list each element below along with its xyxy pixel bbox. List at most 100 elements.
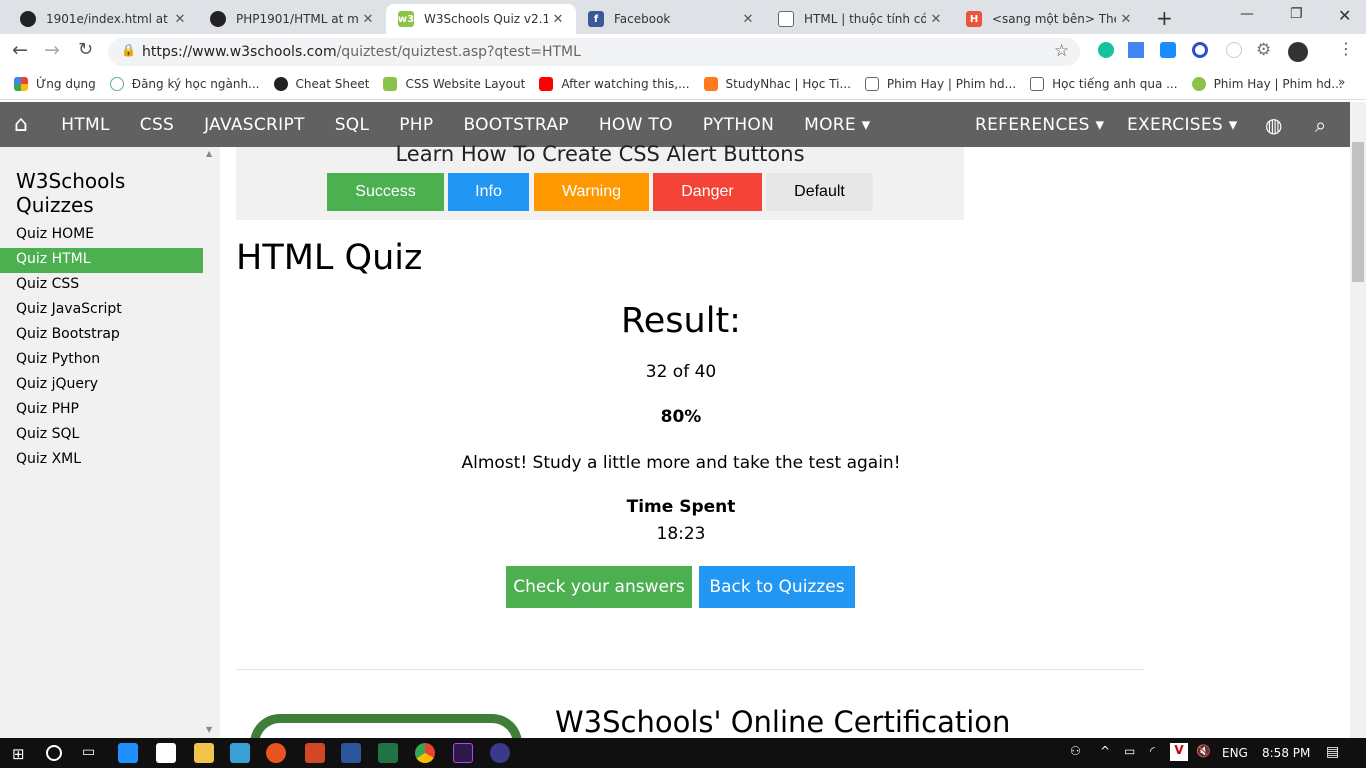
- nav-more[interactable]: MORE ▾: [789, 102, 885, 147]
- minimize-button[interactable]: —: [1240, 6, 1254, 22]
- sidebar-item-quiz-jquery[interactable]: Quiz jQuery: [0, 373, 220, 398]
- store-icon[interactable]: [156, 743, 176, 763]
- word-icon[interactable]: [341, 743, 361, 763]
- sidebar-scroll-down[interactable]: ▼: [206, 725, 212, 734]
- language-indicator[interactable]: ENG: [1222, 746, 1248, 760]
- nav-python[interactable]: PYTHON: [688, 102, 789, 147]
- battery-icon[interactable]: ▭: [1124, 744, 1135, 758]
- sidebar-item-quiz-sql[interactable]: Quiz SQL: [0, 423, 220, 448]
- edge-icon[interactable]: [118, 743, 138, 763]
- sidebar-item-quiz-javascript[interactable]: Quiz JavaScript: [0, 298, 220, 323]
- bookmark-item[interactable]: Phim Hay | Phim hd...: [864, 76, 1016, 91]
- tab-github-1[interactable]: 1901e/index.html at ma✕: [8, 4, 198, 34]
- profile-avatar[interactable]: [1288, 42, 1308, 62]
- windows-start-icon[interactable]: ⊞: [12, 745, 25, 763]
- drop-icon[interactable]: [1160, 42, 1176, 58]
- ad-warning-button[interactable]: Warning: [534, 173, 649, 211]
- sidebar-item-quiz-html[interactable]: Quiz HTML: [0, 248, 203, 273]
- sidebar-item-quiz-xml[interactable]: Quiz XML: [0, 448, 220, 473]
- tab-html-attr[interactable]: HTML | thuộc tính có th✕: [766, 4, 954, 34]
- ad-success-button[interactable]: Success: [327, 173, 444, 211]
- close-icon[interactable]: ✕: [738, 12, 758, 27]
- volume-muted-icon[interactable]: 🔇: [1196, 744, 1211, 758]
- sidebar-scroll-up[interactable]: ▲: [206, 149, 212, 158]
- grammarly-icon[interactable]: [1098, 42, 1114, 58]
- wifi-icon[interactable]: ◜: [1150, 744, 1155, 758]
- bookmark-item[interactable]: CSS Website Layout: [383, 76, 525, 91]
- sidebar-item-quiz-python[interactable]: Quiz Python: [0, 348, 220, 373]
- page-scrollbar[interactable]: [1350, 102, 1366, 738]
- translate-icon[interactable]: [1128, 42, 1144, 58]
- ad-info-button[interactable]: Info: [448, 173, 529, 211]
- phpstorm-icon[interactable]: [453, 743, 473, 763]
- menu-icon[interactable]: ⋮: [1338, 39, 1354, 58]
- sidebar-item-quiz-css[interactable]: Quiz CSS: [0, 273, 220, 298]
- clock[interactable]: 8:58 PM: [1262, 746, 1310, 760]
- reload-icon[interactable]: ↻: [78, 39, 93, 60]
- forward-icon[interactable]: →: [44, 39, 60, 61]
- antivirus-icon[interactable]: V: [1170, 743, 1188, 761]
- back-to-quizzes-button[interactable]: Back to Quizzes: [699, 566, 855, 608]
- file-explorer-icon[interactable]: [194, 743, 214, 763]
- tab-github-2[interactable]: PHP1901/HTML at mast✕: [198, 4, 386, 34]
- close-icon[interactable]: ✕: [926, 12, 946, 27]
- check-answers-button[interactable]: Check your answers: [506, 566, 692, 608]
- tab-w3schools[interactable]: w3 W3Schools Quiz v2.1 ✕: [386, 4, 576, 34]
- app-icon[interactable]: [490, 743, 510, 763]
- globe-icon[interactable]: ◍: [1250, 102, 1298, 147]
- app-icon[interactable]: [230, 743, 250, 763]
- close-window-button[interactable]: ✕: [1338, 6, 1351, 25]
- chevron-up-icon[interactable]: ^: [1100, 744, 1110, 758]
- home-icon[interactable]: ⌂: [0, 102, 46, 147]
- sidebar-item-quiz-php[interactable]: Quiz PHP: [0, 398, 220, 423]
- bookmark-star-icon[interactable]: ☆: [1054, 41, 1069, 61]
- ubuntu-icon[interactable]: [266, 743, 286, 763]
- nav-sql[interactable]: SQL: [320, 102, 385, 147]
- tab-facebook[interactable]: f Facebook ✕: [576, 4, 766, 34]
- bookmark-item[interactable]: After watching this,...: [539, 76, 690, 91]
- score-text: 32 of 40: [645, 362, 717, 382]
- tab-aside[interactable]: H <sang một bên> Thẻ H✕: [954, 4, 1144, 34]
- close-icon[interactable]: ✕: [548, 12, 568, 27]
- notifications-icon[interactable]: ▤: [1326, 744, 1339, 760]
- close-icon[interactable]: ✕: [170, 12, 190, 27]
- task-view-icon[interactable]: ▭: [82, 744, 95, 760]
- ad-banner[interactable]: Learn How To Create CSS Alert Buttons Su…: [236, 142, 964, 220]
- sidebar-item-quiz-bootstrap[interactable]: Quiz Bootstrap: [0, 323, 220, 348]
- block-icon[interactable]: [1192, 42, 1208, 58]
- scrollbar-thumb[interactable]: [1352, 142, 1364, 282]
- bookmark-apps[interactable]: Ứng dụng: [14, 76, 96, 91]
- search-icon[interactable]: ⌕: [1300, 102, 1342, 147]
- ad-danger-button[interactable]: Danger: [653, 173, 762, 211]
- close-icon[interactable]: ✕: [1116, 12, 1136, 27]
- ad-default-button[interactable]: Default: [766, 173, 873, 211]
- nav-php[interactable]: PHP: [384, 102, 448, 147]
- bookmark-item[interactable]: Học tiếng anh qua ...: [1030, 76, 1178, 91]
- bookmark-item[interactable]: Cheat Sheet: [273, 76, 369, 91]
- people-icon[interactable]: ⚇: [1070, 744, 1081, 758]
- more-bookmarks-button[interactable]: »: [1338, 75, 1345, 89]
- chrome-icon[interactable]: [415, 743, 435, 763]
- nav-exercises[interactable]: EXERCISES ▾: [1112, 102, 1253, 147]
- settings-gear-icon[interactable]: ⚙: [1256, 40, 1271, 60]
- close-icon[interactable]: ✕: [358, 12, 378, 27]
- bookmark-item[interactable]: StudyNhac | Học Ti...: [703, 76, 851, 91]
- excel-icon[interactable]: [378, 743, 398, 763]
- tab-title: 1901e/index.html at ma: [46, 12, 170, 26]
- nav-css[interactable]: CSS: [125, 102, 189, 147]
- back-icon[interactable]: ←: [12, 39, 28, 61]
- address-bar[interactable]: 🔒 https://www.w3schools.com/quiztest/qui…: [108, 38, 1080, 66]
- sidebar-item-quiz-home[interactable]: Quiz HOME: [0, 223, 220, 248]
- nav-javascript[interactable]: JAVASCRIPT: [189, 102, 320, 147]
- powerpoint-icon[interactable]: [305, 743, 325, 763]
- restore-button[interactable]: ❐: [1290, 6, 1303, 22]
- extension-icon[interactable]: [1226, 42, 1242, 58]
- search-circle-icon[interactable]: [46, 745, 62, 761]
- bookmark-item[interactable]: Phim Hay | Phim hd...: [1191, 76, 1343, 91]
- nav-bootstrap[interactable]: BOOTSTRAP: [448, 102, 583, 147]
- bookmark-item[interactable]: Đăng ký học ngành...: [109, 76, 260, 91]
- nav-references[interactable]: REFERENCES ▾: [960, 102, 1119, 147]
- nav-howto[interactable]: HOW TO: [584, 102, 688, 147]
- nav-html[interactable]: HTML: [46, 102, 125, 147]
- new-tab-button[interactable]: +: [1156, 6, 1173, 30]
